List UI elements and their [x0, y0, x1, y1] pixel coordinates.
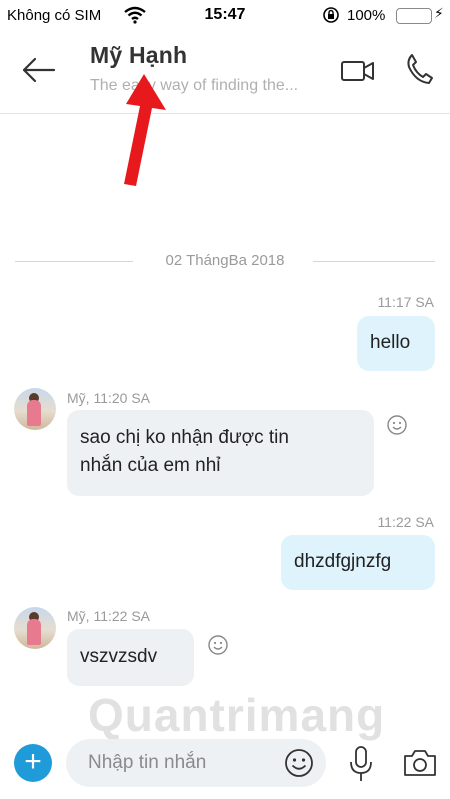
message-composer: + Nhập tin nhắn: [0, 735, 450, 799]
date-divider: 02 ThángBa 2018: [15, 250, 435, 272]
phone-icon: [407, 54, 433, 84]
message-time: 11:17 SA: [377, 294, 434, 310]
message-time: 11:22 SA: [377, 514, 434, 530]
message-text-line: nhắn của em nhỉ: [80, 455, 221, 476]
smiley-reaction-icon[interactable]: [386, 414, 408, 436]
camera-icon[interactable]: [402, 747, 438, 779]
microphone-icon[interactable]: [348, 745, 374, 783]
smiley-reaction-icon[interactable]: [207, 634, 229, 656]
video-call-button[interactable]: [340, 56, 376, 86]
back-button[interactable]: [20, 52, 60, 88]
back-arrow-icon: [22, 57, 56, 83]
message-sender-time: Mỹ, 11:22 SA: [67, 608, 151, 624]
charging-icon: ⚡: [434, 5, 444, 21]
message-bubble-incoming[interactable]: sao chị ko nhận được tin nhắn của em nhỉ: [67, 410, 374, 496]
message-text-line: sao chị ko nhận được tin: [80, 427, 289, 448]
watermark: Quantrimang: [88, 689, 386, 741]
status-bar: Không có SIM 15:47 100% ⚡: [0, 0, 450, 30]
message-bubble-incoming[interactable]: vszvzsdv: [67, 629, 194, 686]
avatar[interactable]: [14, 607, 56, 649]
battery-icon: [396, 8, 432, 24]
audio-call-button[interactable]: [404, 52, 434, 86]
plus-icon: +: [24, 745, 42, 778]
message-bubble-outgoing[interactable]: hello: [357, 316, 435, 371]
message-sender-time: Mỹ, 11:20 SA: [67, 390, 151, 406]
annotation-arrow: [124, 74, 166, 186]
emoji-icon[interactable]: [284, 748, 314, 778]
chat-header: Mỹ Hạnh The easy way of finding the...: [0, 30, 450, 114]
battery-percent: 100%: [347, 7, 386, 24]
message-bubble-outgoing[interactable]: dhzdfgjnzfg: [281, 535, 435, 590]
message-input-placeholder: Nhập tin nhắn: [88, 752, 207, 773]
contact-name[interactable]: Mỹ Hạnh: [90, 42, 187, 69]
add-button[interactable]: +: [14, 744, 52, 782]
orientation-lock-icon: [322, 6, 340, 28]
avatar[interactable]: [14, 388, 56, 430]
video-call-icon: [341, 61, 374, 81]
